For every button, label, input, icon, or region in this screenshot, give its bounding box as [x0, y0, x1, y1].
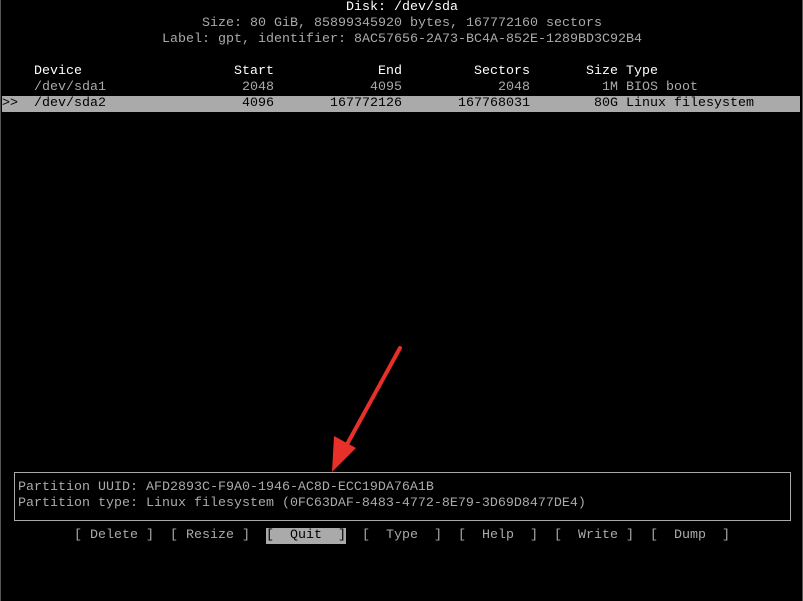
arrow-head-icon: [332, 436, 356, 472]
annotation-arrow: [332, 346, 402, 472]
arrow-shaft: [343, 346, 402, 450]
